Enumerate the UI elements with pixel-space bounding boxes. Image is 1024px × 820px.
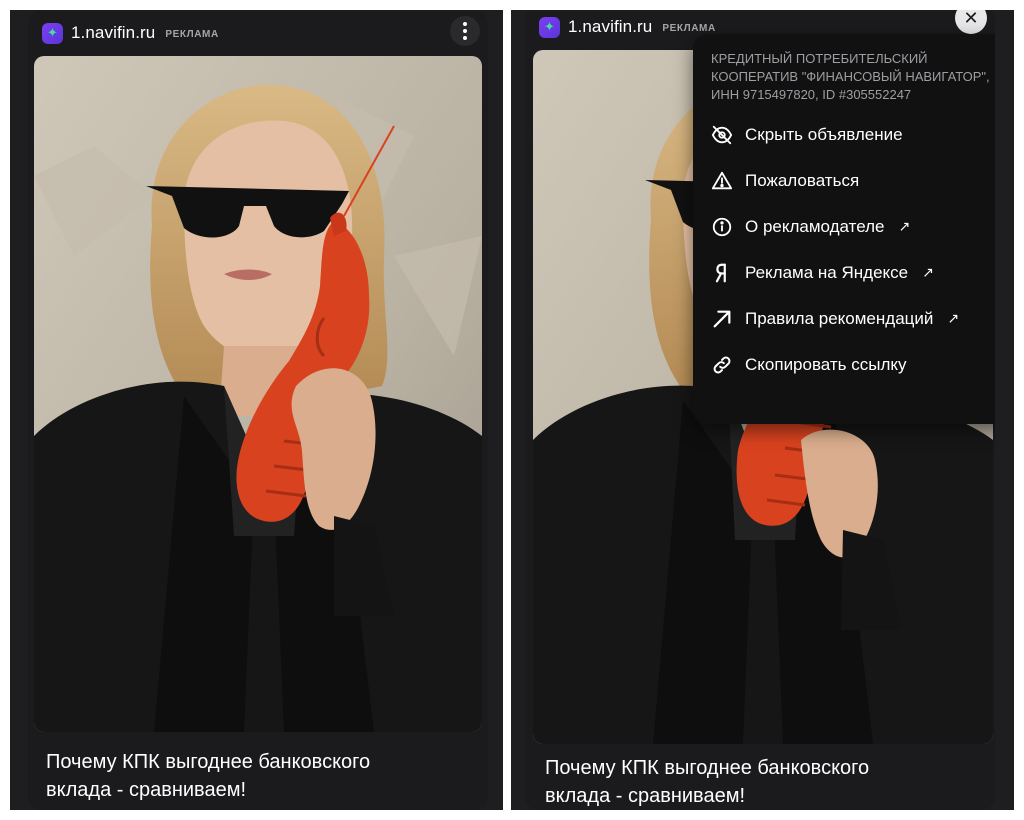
yandex-icon bbox=[711, 262, 733, 284]
menu-item-label: Скопировать ссылку bbox=[745, 355, 907, 374]
ad-card[interactable]: ✦ 1.navifin.ru РЕКЛАМА Почему КПК выгодн… bbox=[28, 10, 488, 810]
link-icon bbox=[711, 354, 733, 376]
ad-screenshot-left: ✦ 1.navifin.ru РЕКЛАМА Почему КПК выгодн… bbox=[10, 10, 503, 810]
external-link-icon: ↗ bbox=[898, 219, 911, 235]
info-icon bbox=[711, 216, 733, 238]
menu-item-label: О рекламодателе bbox=[745, 217, 885, 236]
ad-header: ✦ 1.navifin.ru РЕКЛАМА bbox=[539, 14, 716, 40]
ad-headline[interactable]: Почему КПК выгоднее банковского вклада -… bbox=[545, 754, 965, 810]
eye-off-icon bbox=[711, 124, 733, 146]
ad-label: РЕКЛАМА bbox=[662, 22, 716, 34]
menu-item-copy-link[interactable]: Скопировать ссылку bbox=[711, 342, 993, 388]
menu-item-hide-ad[interactable]: Скрыть объявление bbox=[711, 112, 993, 158]
external-link-icon: ↗ bbox=[947, 311, 960, 327]
ad-headline[interactable]: Почему КПК выгоднее банковского вклада -… bbox=[46, 748, 466, 804]
menu-item-label: Реклама на Яндексе bbox=[745, 263, 909, 282]
ad-context-menu: КРЕДИТНЫЙ ПОТРЕБИТЕЛЬСКИЙ КООПЕРАТИВ "ФИ… bbox=[693, 34, 995, 424]
menu-item-report[interactable]: Пожаловаться bbox=[711, 158, 993, 204]
ad-domain[interactable]: 1.navifin.ru bbox=[71, 23, 155, 43]
close-menu-button[interactable]: ✕ bbox=[955, 10, 987, 34]
close-icon: ✕ bbox=[963, 10, 979, 29]
warning-icon bbox=[711, 170, 733, 192]
arrow-icon bbox=[711, 308, 733, 330]
woman-with-lobster-image bbox=[34, 56, 482, 732]
ad-domain[interactable]: 1.navifin.ru bbox=[568, 17, 652, 37]
menu-item-yandex-ads[interactable]: Реклама на Яндексе ↗ bbox=[711, 250, 993, 296]
site-favicon-icon: ✦ bbox=[42, 22, 63, 44]
ad-screenshot-right: ✦ 1.navifin.ru РЕКЛАМА Почему КПК выгодн… bbox=[511, 10, 1014, 810]
ad-card-menu-open[interactable]: ✦ 1.navifin.ru РЕКЛАМА Почему КПК выгодн… bbox=[525, 10, 995, 810]
advertiser-info: КРЕДИТНЫЙ ПОТРЕБИТЕЛЬСКИЙ КООПЕРАТИВ "ФИ… bbox=[711, 51, 990, 102]
ad-label: РЕКЛАМА bbox=[165, 28, 219, 40]
more-options-button[interactable] bbox=[450, 16, 480, 46]
menu-item-about-advertiser[interactable]: О рекламодателе ↗ bbox=[711, 204, 993, 250]
external-link-icon: ↗ bbox=[922, 265, 934, 281]
menu-item-recommendation-rules[interactable]: Правила рекомендаций ↗ bbox=[711, 296, 993, 342]
menu-item-label: Правила рекомендаций bbox=[745, 309, 934, 328]
menu-item-label: Пожаловаться bbox=[745, 171, 860, 190]
site-favicon-icon: ✦ bbox=[539, 16, 560, 38]
ad-header: ✦ 1.navifin.ru РЕКЛАМА bbox=[42, 20, 219, 46]
menu-item-label: Скрыть объявление bbox=[745, 125, 903, 144]
ad-image[interactable] bbox=[34, 56, 482, 732]
